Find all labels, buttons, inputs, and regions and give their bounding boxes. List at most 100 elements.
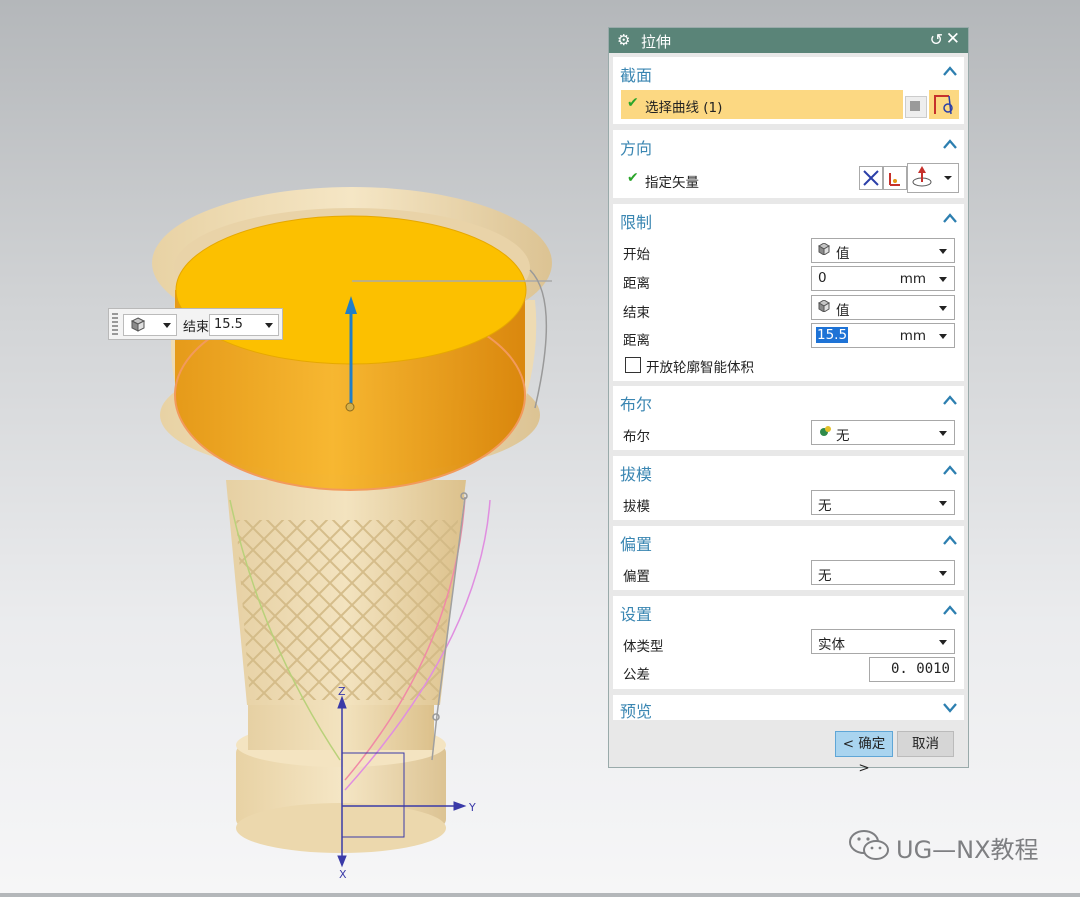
draft-value: 无 (818, 498, 832, 514)
axis-label-y: Y (468, 801, 476, 814)
boolean-panel: 布尔 布尔 无 (613, 386, 964, 450)
chevron-up-icon[interactable] (942, 136, 958, 152)
offset-header[interactable]: 偏置 (613, 526, 964, 554)
mode-dropdown[interactable] (123, 314, 177, 336)
start-distance-label: 距离 (623, 276, 650, 292)
ok-button[interactable]: < 确定 > (835, 731, 893, 776)
preview-header[interactable]: 预览 (613, 695, 964, 721)
chevron-up-icon[interactable] (942, 602, 958, 618)
direction-header[interactable]: 方向 (613, 130, 964, 158)
chevron-down-icon (939, 431, 947, 436)
open-profile-checkbox[interactable] (625, 357, 641, 373)
body-type-label: 体类型 (623, 639, 664, 655)
boolean-label: 布尔 (623, 429, 650, 445)
start-option-select[interactable]: 值 (811, 238, 955, 263)
value-cube-icon (818, 242, 830, 258)
close-icon[interactable]: ✕ (946, 29, 960, 49)
boolean-select[interactable]: 无 (811, 420, 955, 445)
chevron-down-icon (163, 323, 171, 328)
direction-panel: 方向 ✔ 指定矢量 (613, 130, 964, 198)
limits-header[interactable]: 限制 (613, 204, 964, 232)
chevron-up-icon[interactable] (942, 462, 958, 478)
draft-panel: 拔模 拔模 无 (613, 456, 964, 520)
vector-dialog-icon (889, 173, 900, 186)
curve-button[interactable] (929, 90, 959, 119)
settings-panel: 设置 体类型 实体 公差 0. 0010 (613, 596, 964, 689)
chevron-down-icon[interactable] (942, 699, 958, 715)
body-type-value: 实体 (818, 637, 845, 653)
start-distance-input[interactable]: 0 mm (811, 266, 955, 291)
preview-panel: 预览 (613, 695, 964, 721)
chevron-up-icon[interactable] (942, 532, 958, 548)
offset-header-label: 偏置 (620, 535, 653, 554)
draft-select[interactable]: 无 (811, 490, 955, 515)
vector-dialog-button[interactable] (883, 166, 907, 190)
boolean-value: 无 (836, 428, 850, 444)
offset-label: 偏置 (623, 569, 650, 585)
drag-handle[interactable] (112, 313, 118, 335)
limits-header-label: 限制 (620, 213, 653, 232)
tolerance-input[interactable]: 0. 0010 (869, 657, 955, 682)
cube-value-icon (130, 317, 146, 332)
section-header[interactable]: 截面 (613, 57, 964, 85)
select-curve-row[interactable]: ✔ 选择曲线 (1) (621, 90, 903, 119)
sketch-section-button[interactable] (905, 96, 927, 118)
reverse-direction-button[interactable] (859, 166, 883, 190)
draft-label: 拔模 (623, 499, 650, 515)
select-curve-label: 选择曲线 (1) (645, 100, 723, 116)
end-distance-input[interactable]: 15.5 mm (811, 323, 955, 348)
open-profile-label: 开放轮廓智能体积 (646, 360, 754, 376)
onscreen-input-box[interactable]: 结束 15.5 (108, 308, 283, 340)
limits-panel: 限制 开始 值 距离 0 mm 结束 值 距离 15.5 mm 开放轮廓智能体积 (613, 204, 964, 381)
gear-icon[interactable]: ⚙ (617, 31, 630, 49)
checkmark-icon: ✔ (627, 170, 639, 186)
end-distance-unit: mm (899, 328, 926, 344)
chevron-down-icon (944, 176, 952, 180)
onscreen-input-label: 结束 (183, 320, 210, 335)
watermark-text: UG—NX教程 (896, 836, 1039, 864)
axis-label-x: X (339, 868, 347, 881)
checkmark-icon: ✔ (627, 95, 639, 111)
start-option-value: 值 (836, 246, 850, 262)
onscreen-input-value[interactable]: 15.5 (209, 314, 279, 336)
end-label: 结束 (623, 305, 650, 321)
vector-type-dropdown[interactable] (907, 163, 959, 193)
specify-vector-label: 指定矢量 (645, 175, 699, 191)
axis-label-z: Z (338, 685, 346, 698)
draft-header-label: 拔模 (620, 465, 653, 484)
curve-icon (934, 95, 953, 115)
offset-select[interactable]: 无 (811, 560, 955, 585)
tolerance-label: 公差 (623, 667, 650, 683)
cone-base (236, 700, 446, 853)
chevron-up-icon[interactable] (942, 392, 958, 408)
offset-panel: 偏置 偏置 无 (613, 526, 964, 590)
direction-header-label: 方向 (620, 139, 653, 158)
wechat-icon (849, 830, 889, 860)
preview-header-label: 预览 (620, 702, 653, 721)
reset-icon[interactable]: ↺ (930, 30, 943, 49)
chevron-down-icon (939, 249, 947, 254)
chevron-up-icon[interactable] (942, 210, 958, 226)
extrude-dialog: ⚙ 拉伸 ↺ ✕ 截面 ✔ 选择曲线 (1) 方向 ✔ 指定矢量 限制 开始 值… (608, 27, 969, 776)
tolerance-value: 0. 0010 (890, 661, 950, 677)
watermark: UG—NX教程 (848, 828, 1039, 868)
chevron-down-icon[interactable] (939, 277, 947, 282)
draft-header[interactable]: 拔模 (613, 456, 964, 484)
cancel-button[interactable]: 取消 (897, 731, 954, 757)
settings-header[interactable]: 设置 (613, 596, 964, 624)
chevron-down-icon (939, 501, 947, 506)
start-label: 开始 (623, 247, 650, 263)
chevron-down-icon[interactable] (939, 334, 947, 339)
inferred-vector-icon (912, 166, 932, 187)
onscreen-input-text: 15.5 (214, 317, 243, 332)
chevron-up-icon[interactable] (942, 63, 958, 79)
boolean-header[interactable]: 布尔 (613, 386, 964, 414)
dialog-titlebar[interactable]: ⚙ 拉伸 ↺ ✕ (609, 28, 968, 53)
sketch-section-icon (910, 101, 920, 111)
offset-value: 无 (818, 568, 832, 584)
reverse-direction-icon (863, 170, 879, 186)
end-option-select[interactable]: 值 (811, 295, 955, 320)
body-type-select[interactable]: 实体 (811, 629, 955, 654)
chevron-down-icon[interactable] (265, 323, 273, 328)
dialog-title: 拉伸 (641, 33, 672, 51)
